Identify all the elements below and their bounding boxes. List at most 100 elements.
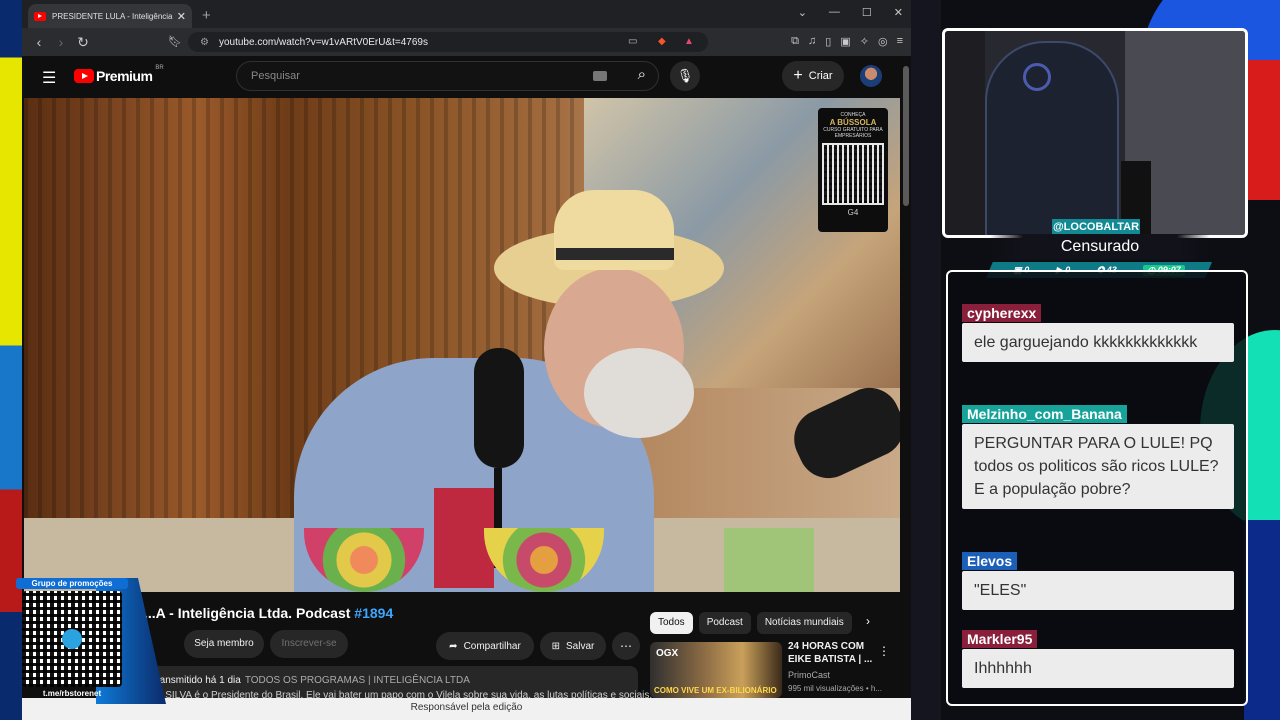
tab-bar: PRESIDENTE LULA - Inteligência Ltd... ✕ … bbox=[22, 0, 911, 28]
vpn-icon[interactable]: ◎ bbox=[878, 35, 888, 48]
leo-icon[interactable]: ✧ bbox=[860, 35, 869, 48]
video-title-text: ...A - Inteligência Ltda. Podcast bbox=[144, 605, 351, 621]
chat-username: Markler95 bbox=[962, 630, 1038, 648]
thumb-caption: COMO VIVE UM EX-BILIONÁRIO bbox=[654, 686, 777, 695]
sidebar-icon[interactable]: ▯ bbox=[825, 35, 831, 48]
reload-button[interactable]: ↻ bbox=[72, 34, 94, 51]
video-hashtag[interactable]: #1894 bbox=[354, 605, 393, 621]
maximize-button[interactable]: ☐ bbox=[862, 6, 872, 19]
promo-link: t.me/rbstorenet bbox=[42, 689, 102, 698]
cast-icon[interactable]: ▭ bbox=[628, 36, 637, 47]
share-icon: ➦ bbox=[449, 640, 458, 652]
close-tab-icon[interactable]: ✕ bbox=[177, 10, 186, 23]
promo-qr-code bbox=[22, 591, 122, 687]
brave-shield-icon[interactable]: ◆ bbox=[658, 36, 666, 47]
save-button[interactable]: ⊞ Salvar bbox=[540, 632, 606, 660]
back-button[interactable]: ‹ bbox=[28, 34, 50, 50]
chip-podcast[interactable]: Podcast bbox=[698, 612, 751, 634]
chat-message: Markler95 Ihhhhhh bbox=[962, 630, 1234, 688]
menu-icon[interactable]: ≡ bbox=[897, 35, 903, 48]
join-button[interactable]: Seja membro bbox=[184, 630, 264, 658]
filter-chips: Todos Podcast Notícias mundiais bbox=[650, 612, 852, 634]
music-icon[interactable]: ♫ bbox=[808, 35, 816, 48]
create-button[interactable]: + Criar bbox=[782, 61, 844, 91]
url-field[interactable]: ⚙︎ youtube.com/watch?v=w1vARtV0ErU&t=476… bbox=[188, 32, 708, 52]
telegram-icon bbox=[62, 629, 82, 649]
chat-username: Melzinho_com_Banana bbox=[962, 405, 1127, 423]
forward-button[interactable]: › bbox=[50, 34, 72, 50]
stream-date: ...ransmitido há 1 dia bbox=[148, 675, 241, 686]
chat-text: "ELES" bbox=[962, 571, 1234, 610]
subscribe-button[interactable]: Inscrever-se bbox=[270, 630, 348, 658]
scrollbar[interactable] bbox=[903, 66, 909, 206]
keyboard-icon[interactable] bbox=[593, 71, 607, 81]
description-box[interactable]: ...ransmitido há 1 dia TODOS OS PROGRAMAS… bbox=[132, 666, 661, 701]
youtube-favicon-icon bbox=[34, 11, 46, 21]
site-settings-icon[interactable]: ⚙︎ bbox=[200, 37, 209, 48]
qr-code bbox=[822, 143, 884, 205]
new-tab-button[interactable]: + bbox=[202, 7, 211, 24]
video-title: ...A - Inteligência Ltda. Podcast #1894 bbox=[144, 605, 393, 621]
chip-noticias[interactable]: Notícias mundiais bbox=[756, 612, 852, 634]
more-options-button[interactable]: ⋯ bbox=[612, 632, 640, 660]
url-text: youtube.com/watch?v=w1vARtV0ErU&t=4769s bbox=[218, 36, 428, 48]
more-vert-icon[interactable]: ⋮ bbox=[878, 644, 890, 658]
chat-message: cypherexx ele garguejando kkkkkkkkkkkkk bbox=[962, 304, 1234, 362]
chat-text: Ihhhhhh bbox=[962, 649, 1234, 688]
create-label: Criar bbox=[808, 70, 833, 82]
webcam-feed bbox=[942, 28, 1248, 238]
chip-todos[interactable]: Todos bbox=[650, 612, 693, 634]
search-icon[interactable]: ⌕ bbox=[638, 66, 646, 83]
tab-title: PRESIDENTE LULA - Inteligência Ltd... bbox=[52, 11, 173, 21]
wallet-icon[interactable]: ▣ bbox=[840, 35, 850, 48]
share-label: Compartilhar bbox=[463, 640, 521, 652]
video-player[interactable]: CONHEÇA A BÚSSOLA CURSO GRATUITO PARA EM… bbox=[24, 98, 900, 592]
youtube-play-icon bbox=[74, 69, 94, 83]
chevron-right-icon[interactable]: › bbox=[866, 614, 870, 628]
region-code: BR bbox=[155, 65, 164, 71]
gaming-chair bbox=[985, 41, 1119, 235]
recommendation-thumbnail[interactable]: OGX COMO VIVE UM EX-BILIONÁRIO bbox=[650, 642, 782, 698]
search-input[interactable] bbox=[249, 69, 553, 83]
promo-caption: Grupo de promoções bbox=[16, 578, 128, 589]
microphone-icon: 🎙︎ bbox=[676, 68, 694, 83]
chat-username: Elevos bbox=[962, 552, 1018, 570]
logo-text: Premium bbox=[96, 68, 153, 84]
chevron-down-icon[interactable]: ⌄ bbox=[798, 6, 807, 19]
rewards-icon[interactable]: ▲ bbox=[684, 36, 694, 47]
chat-username: cypherexx bbox=[962, 304, 1042, 322]
chat-text: ele garguejando kkkkkkkkkkkkk bbox=[962, 323, 1234, 362]
video-tags[interactable]: TODOS OS PROGRAMAS | INTELIGÊNCIA LTDA bbox=[245, 675, 470, 686]
sponsor-overlay: CONHEÇA A BÚSSOLA CURSO GRATUITO PARA EM… bbox=[818, 108, 888, 232]
bookmark-icon[interactable]: 🔖︎ bbox=[168, 35, 182, 48]
thumb-brand: OGX bbox=[656, 648, 679, 659]
tab-youtube[interactable]: PRESIDENTE LULA - Inteligência Ltd... ✕ bbox=[28, 4, 192, 28]
chat-message: Melzinho_com_Banana PERGUNTAR PARA O LUL… bbox=[962, 405, 1234, 509]
avatar[interactable] bbox=[860, 65, 882, 87]
youtube-header: ☰ Premium BR ⌕ 🎙︎ + Criar bbox=[22, 56, 911, 98]
plus-icon: + bbox=[793, 67, 803, 84]
close-window-button[interactable]: ✕ bbox=[894, 6, 903, 19]
overlay-brand: G4 bbox=[847, 208, 859, 217]
extensions-icon[interactable]: ⧉ bbox=[791, 35, 799, 48]
recommendation-title[interactable]: 24 HORAS COM EIKE BATISTA | ... bbox=[788, 640, 878, 666]
browser-window: PRESIDENTE LULA - Inteligência Ltd... ✕ … bbox=[22, 0, 911, 720]
minimize-button[interactable]: — bbox=[829, 6, 840, 19]
recommendation-channel[interactable]: PrimoCast bbox=[788, 670, 830, 680]
podcast-microphone bbox=[474, 348, 524, 468]
overlay-line2: A BÚSSOLA bbox=[829, 118, 877, 127]
chat-overlay: cypherexx ele garguejando kkkkkkkkkkkkk … bbox=[946, 270, 1248, 706]
chair-logo-icon bbox=[1023, 63, 1051, 91]
bookmark-add-icon: ⊞ bbox=[551, 640, 561, 652]
search-box: ⌕ bbox=[236, 61, 659, 91]
youtube-logo[interactable]: Premium BR bbox=[74, 65, 164, 84]
share-button[interactable]: ➦ Compartilhar bbox=[436, 632, 534, 660]
voice-search-button[interactable]: 🎙︎ bbox=[670, 61, 700, 91]
streamer-handle: @LOCOBALTAR bbox=[1052, 219, 1140, 235]
chat-message: Elevos "ELES" bbox=[962, 552, 1234, 610]
chat-text: PERGUNTAR PARA O LULE! PQ todos os polit… bbox=[962, 424, 1234, 509]
hamburger-menu-icon[interactable]: ☰ bbox=[42, 68, 56, 88]
stream-status: Censurado bbox=[990, 234, 1210, 260]
address-bar: ‹ › ↻ 🔖︎ ⚙︎ youtube.com/watch?v=w1vARtV0… bbox=[22, 28, 911, 56]
save-label: Salvar bbox=[566, 640, 595, 652]
